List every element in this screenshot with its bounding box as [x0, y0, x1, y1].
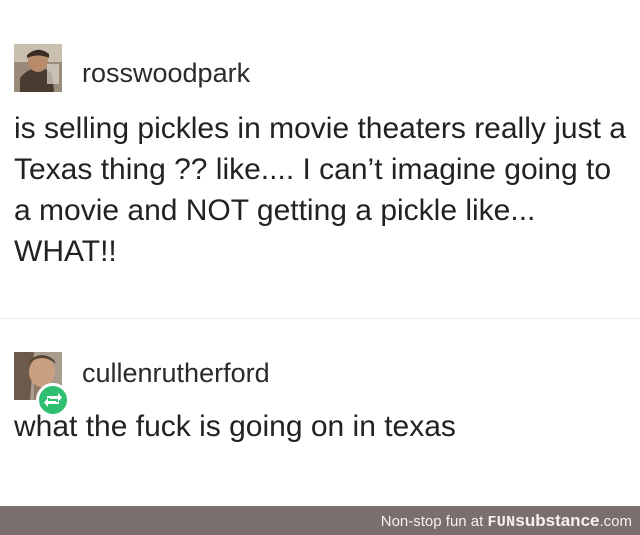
reblog-icon [36, 383, 70, 417]
post-username[interactable]: cullenrutherford [82, 358, 270, 389]
watermark-brand-fun: FUN [487, 514, 516, 531]
post-reblog: cullenrutherford what the fuck is going … [0, 318, 640, 506]
watermark-prefix: Non-stop fun at [380, 513, 484, 530]
avatar-rosswoodpark[interactable] [14, 44, 62, 92]
post-body-text: is selling pickles in movie theaters rea… [14, 112, 626, 268]
watermark-brand-substance: substance [515, 511, 600, 530]
post-username[interactable]: rosswoodpark [82, 58, 250, 89]
post-original: rosswoodpark is selling pickles in movie… [0, 0, 640, 318]
avatar-image [14, 44, 62, 92]
reblog-arrows-icon [44, 393, 62, 407]
watermark-text: Non-stop fun at FUNsubstance.com [381, 511, 632, 531]
post-body-text: what the fuck is going on in texas [14, 410, 456, 443]
watermark-brand-domain: .com [599, 513, 632, 530]
watermark-footer: Non-stop fun at FUNsubstance.com [0, 506, 640, 535]
